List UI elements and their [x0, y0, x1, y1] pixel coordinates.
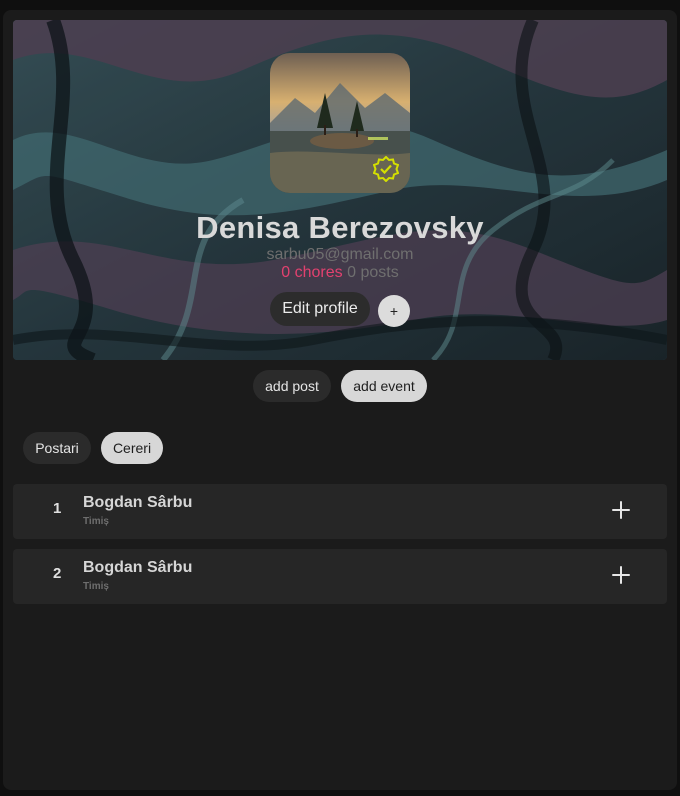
request-name[interactable]: Bogdan Sârbu	[83, 494, 192, 512]
add-button[interactable]: +	[378, 295, 410, 327]
request-index: 1	[53, 500, 62, 517]
verified-badge-icon	[373, 156, 399, 182]
tab-cereri[interactable]: Cereri	[101, 432, 163, 464]
tab-postari[interactable]: Postari	[23, 432, 91, 464]
profile-stats: 0 chores 0 posts	[0, 264, 680, 282]
request-index: 2	[53, 565, 62, 582]
request-location: Timiș	[83, 581, 109, 592]
add-plus-icon[interactable]	[607, 496, 635, 524]
add-event-button[interactable]: add event	[341, 370, 427, 402]
request-location: Timiș	[83, 516, 109, 527]
add-post-button[interactable]: add post	[253, 370, 331, 402]
add-plus-icon[interactable]	[607, 561, 635, 589]
request-row: 2 Bogdan Sârbu Timiș	[13, 549, 667, 604]
chores-count[interactable]: 0 chores	[281, 264, 342, 281]
edit-profile-button[interactable]: Edit profile	[270, 292, 370, 326]
profile-name: Denisa Berezovsky	[196, 210, 484, 245]
posts-count[interactable]: 0 posts	[347, 264, 399, 281]
request-name[interactable]: Bogdan Sârbu	[83, 559, 192, 577]
request-row: 1 Bogdan Sârbu Timiș	[13, 484, 667, 539]
profile-email: sarbu05@gmail.com	[266, 246, 414, 263]
